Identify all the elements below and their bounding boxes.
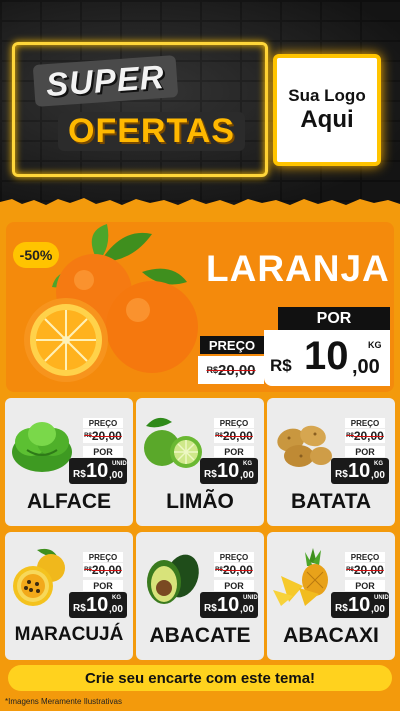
card-old-currency: R$ — [84, 433, 92, 439]
card-unit: KG — [112, 595, 121, 601]
featured-price-integer: 10 — [304, 334, 349, 378]
cta-button[interactable]: Crie seu encarte com este tema! — [8, 665, 392, 691]
card-currency: R$ — [204, 603, 217, 614]
disclaimer-text: *Imagens Meramente Ilustrativas — [5, 697, 122, 706]
featured-product-name: LARANJA — [206, 248, 390, 289]
featured-old-value: 20,00 — [217, 361, 256, 379]
product-name: MARACUJÁ — [14, 624, 124, 645]
logo-text-line1: Sua Logo — [288, 86, 366, 105]
title-ofertas: OFERTAS — [58, 112, 245, 151]
pineapple-icon — [273, 548, 328, 606]
card-old-price-label: PREÇO — [345, 418, 385, 428]
discount-badge: -50% — [13, 242, 59, 268]
card-new-price: R$ 10 KG ,00 — [331, 458, 389, 484]
product-card-abacaxi[interactable]: PREÇO R$ 20,00 POR R$ 10 UNID ,00 ABACAXI — [267, 532, 395, 660]
featured-price-decimal: ,00 — [352, 356, 380, 378]
card-old-price-label: PREÇO — [214, 418, 254, 428]
card-unit: KG — [374, 461, 383, 467]
featured-new-price: R$ 10 KG ,00 — [264, 330, 390, 386]
product-card-batata[interactable]: PREÇO R$ 20,00 POR R$ 10 KG ,00 BATATA — [267, 398, 395, 526]
featured-new-price-label: POR — [278, 307, 390, 331]
card-old-price-label: PREÇO — [83, 418, 123, 428]
card-old-value: 20,00 — [91, 563, 122, 577]
card-old-value: 20,00 — [222, 563, 253, 577]
card-old-currency: R$ — [215, 567, 223, 573]
lettuce-icon — [12, 422, 72, 472]
card-new-price-label: POR — [83, 446, 123, 457]
product-card-alface[interactable]: PREÇO R$ 20,00 POR R$ 10 UNID ,00 ALFACE — [5, 398, 133, 526]
card-new-price: R$ 10 UNID ,00 — [69, 458, 127, 484]
card-unit: KG — [243, 461, 252, 467]
product-card-abacate[interactable]: PREÇO R$ 20,00 POR R$ 10 UNID ,00 ABACATE — [136, 532, 264, 660]
card-old-price: R$ 20,00 — [214, 563, 254, 577]
card-old-value: 20,00 — [222, 429, 253, 443]
card-old-currency: R$ — [346, 433, 354, 439]
card-old-price: R$ 20,00 — [345, 563, 385, 577]
card-price-integer: 10 — [217, 594, 240, 616]
card-old-value: 20,00 — [353, 429, 384, 443]
card-old-value: 20,00 — [91, 429, 122, 443]
card-new-price-label: POR — [345, 580, 385, 591]
card-new-price-label: POR — [345, 446, 385, 457]
card-new-price: R$ 10 KG ,00 — [69, 592, 127, 618]
card-price-decimal: ,00 — [240, 604, 254, 615]
card-price-decimal: ,00 — [109, 604, 123, 615]
card-unit: UNID — [112, 461, 127, 467]
torn-paper-edge — [0, 198, 400, 210]
card-price-decimal: ,00 — [371, 604, 385, 615]
featured-old-currency: R$ — [206, 365, 218, 375]
card-old-price-label: PREÇO — [214, 552, 254, 562]
card-unit: UNID — [243, 595, 258, 601]
card-price-integer: 10 — [348, 460, 371, 482]
card-old-price-label: PREÇO — [83, 552, 123, 562]
avocado-icon — [147, 554, 199, 604]
card-new-price: R$ 10 UNID ,00 — [331, 592, 389, 618]
card-currency: R$ — [335, 603, 348, 614]
card-price-decimal: ,00 — [240, 470, 254, 481]
card-old-price: R$ 20,00 — [83, 563, 123, 577]
passion-fruit-icon — [13, 548, 65, 606]
card-old-value: 20,00 — [353, 563, 384, 577]
card-new-price: R$ 10 UNID ,00 — [200, 592, 258, 618]
card-price-decimal: ,00 — [371, 470, 385, 481]
card-new-price-label: POR — [214, 446, 254, 457]
product-name: BATATA — [290, 490, 372, 513]
card-price-integer: 10 — [217, 460, 240, 482]
product-card-maracuja[interactable]: PREÇO R$ 20,00 POR R$ 10 KG ,00 MARACUJÁ — [5, 532, 133, 660]
card-new-price-label: POR — [214, 580, 254, 591]
product-name: ABACAXI — [283, 624, 379, 647]
card-currency: R$ — [73, 469, 86, 480]
logo-placeholder[interactable]: Sua Logo Aqui — [273, 54, 381, 166]
featured-old-price: R$ 20,00 — [198, 356, 264, 384]
card-new-price-label: POR — [83, 580, 123, 591]
card-old-price-label: PREÇO — [345, 552, 385, 562]
featured-unit: KG — [368, 340, 382, 350]
card-price-integer: 10 — [86, 594, 109, 616]
featured-currency: R$ — [270, 356, 292, 375]
card-currency: R$ — [335, 469, 348, 480]
card-old-currency: R$ — [84, 567, 92, 573]
card-old-currency: R$ — [215, 433, 223, 439]
product-name: LIMÃO — [166, 490, 234, 513]
potato-icon — [277, 425, 332, 467]
card-new-price: R$ 10 KG ,00 — [200, 458, 258, 484]
product-card-limao[interactable]: PREÇO R$ 20,00 POR R$ 10 KG ,00 LIMÃO — [136, 398, 264, 526]
card-old-currency: R$ — [346, 567, 354, 573]
card-price-integer: 10 — [348, 594, 371, 616]
logo-text-line2: Aqui — [300, 106, 354, 133]
card-currency: R$ — [73, 603, 86, 614]
card-currency: R$ — [204, 469, 217, 480]
card-old-price: R$ 20,00 — [83, 429, 123, 443]
product-name: ABACATE — [149, 624, 251, 647]
lime-icon — [144, 417, 202, 468]
featured-old-price-label: PREÇO — [200, 336, 264, 354]
card-price-decimal: ,00 — [109, 470, 123, 481]
card-price-integer: 10 — [86, 460, 109, 482]
card-old-price: R$ 20,00 — [345, 429, 385, 443]
product-name: ALFACE — [27, 490, 111, 513]
card-unit: UNID — [374, 595, 389, 601]
card-old-price: R$ 20,00 — [214, 429, 254, 443]
